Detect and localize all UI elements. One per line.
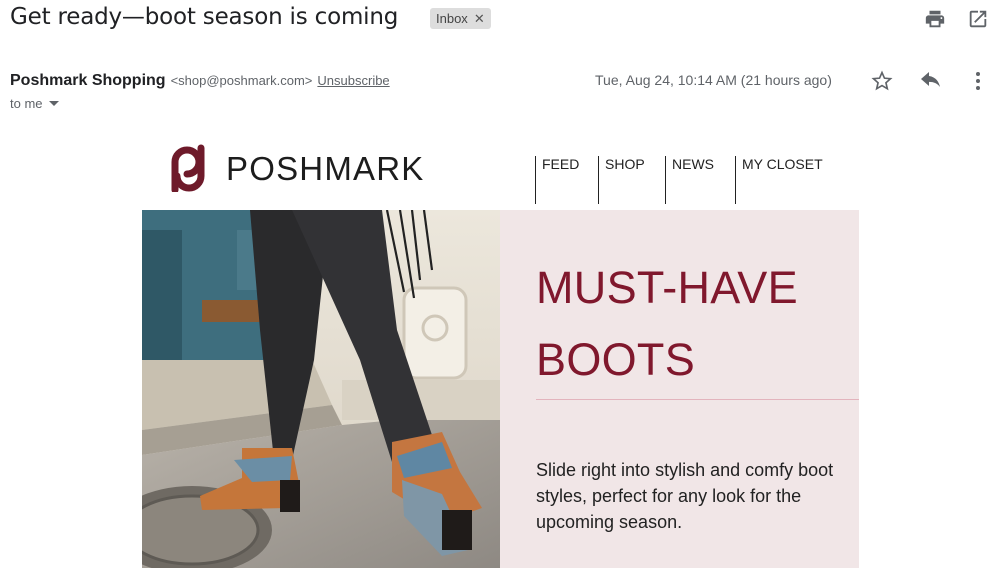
close-icon[interactable]: ✕ (474, 11, 485, 27)
hero-banner[interactable]: MUST-HAVE BOOTS Slide right into stylish… (142, 210, 859, 568)
open-in-new-window-icon[interactable] (967, 8, 989, 30)
reply-icon[interactable] (919, 71, 943, 91)
label-text: Inbox (436, 11, 468, 26)
nav-news[interactable]: NEWS (665, 156, 714, 204)
more-vert-icon[interactable] (973, 70, 983, 92)
boots-photo[interactable] (142, 210, 500, 568)
inbox-label-chip[interactable]: Inbox ✕ (430, 8, 491, 29)
star-icon[interactable] (871, 70, 893, 92)
sender-line: Poshmark Shopping <shop@poshmark.com> Un… (10, 72, 390, 90)
hero-copy: Slide right into stylish and comfy boot … (536, 460, 834, 532)
hero-title: MUST-HAVE BOOTS (536, 262, 798, 385)
print-icon[interactable] (924, 8, 946, 30)
sender-name[interactable]: Poshmark Shopping (10, 72, 166, 90)
chevron-down-icon[interactable] (48, 101, 59, 106)
nav-shop[interactable]: SHOP (598, 156, 645, 204)
poshmark-logo-icon[interactable] (165, 144, 211, 192)
nav-feed[interactable]: FEED (535, 156, 579, 204)
divider (536, 399, 859, 400)
nav-my-closet[interactable]: MY CLOSET (735, 156, 823, 204)
recipient-label: to me (10, 96, 43, 111)
email-subject: Get ready—boot season is coming (10, 4, 399, 30)
sender-email: <shop@poshmark.com> (170, 73, 313, 88)
hero-text-panel: MUST-HAVE BOOTS Slide right into stylish… (500, 210, 859, 568)
email-date: Tue, Aug 24, 10:14 AM (21 hours ago) (595, 72, 832, 88)
brand-wordmark[interactable]: POSHMARK (226, 150, 424, 188)
unsubscribe-link[interactable]: Unsubscribe (317, 73, 389, 88)
recipient-details[interactable]: to me (10, 96, 59, 111)
